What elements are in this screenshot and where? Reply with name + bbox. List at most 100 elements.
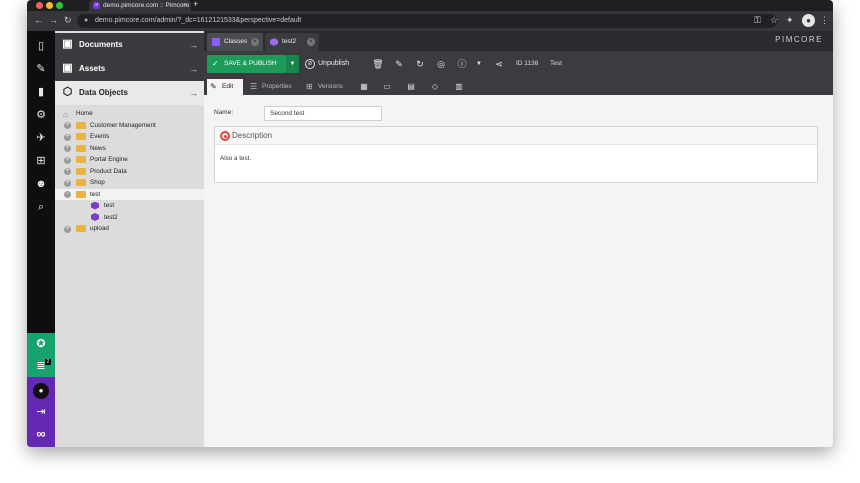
- tree-node-folder[interactable]: + Portal Engine: [55, 154, 204, 166]
- wrench-icon[interactable]: ✎: [27, 58, 55, 80]
- logout-icon[interactable]: ⇥: [27, 401, 55, 423]
- pencil-icon: ✎: [210, 82, 217, 91]
- folder-icon: [76, 225, 86, 232]
- cart-icon[interactable]: ⊞: [27, 150, 55, 172]
- document-icon: ▣: [62, 38, 73, 50]
- tree-node-folder[interactable]: + Events: [55, 131, 204, 143]
- forward-icon[interactable]: →: [49, 15, 58, 25]
- tag-icon[interactable]: ◇: [427, 79, 443, 95]
- tree-node-label: Product Data: [90, 167, 127, 175]
- collapse-icon[interactable]: −: [64, 191, 71, 198]
- tree-node-folder[interactable]: + Shop: [55, 177, 204, 189]
- name-input[interactable]: Second test: [264, 106, 382, 121]
- schedule-icon[interactable]: ▦: [356, 79, 372, 95]
- extensions-icon[interactable]: ✦: [786, 15, 794, 26]
- accordion-assets[interactable]: ▣ Assets →: [55, 57, 204, 81]
- minimize-window-button[interactable]: [46, 2, 53, 9]
- delete-icon[interactable]: 🗑: [369, 55, 387, 73]
- editor-area: Classes × test2 × PIMCORE ✓ SAVE & PUBLI…: [204, 31, 833, 447]
- close-tab-icon[interactable]: ×: [307, 38, 315, 46]
- notes-icon[interactable]: ▤: [403, 79, 419, 95]
- object-id: ID 1136: [516, 60, 539, 67]
- reload-icon[interactable]: ↻: [64, 15, 72, 26]
- arrow-right-icon[interactable]: →: [189, 57, 198, 81]
- info-icon[interactable]: ⓘ: [453, 55, 471, 73]
- folder-open-icon: [76, 190, 86, 198]
- tree-node-object[interactable]: test2: [55, 212, 204, 224]
- tab-classes[interactable]: Classes ×: [207, 33, 263, 51]
- arrow-right-icon[interactable]: →: [189, 33, 198, 57]
- save-options-dropdown[interactable]: ▼: [286, 55, 299, 73]
- tree-node-label: test: [90, 190, 101, 198]
- marketing-icon[interactable]: ✈: [27, 127, 55, 149]
- object-class: Test: [550, 60, 562, 67]
- tab-versions[interactable]: ⊞ Versions: [303, 79, 351, 95]
- accordion-documents[interactable]: ▣ Documents →: [55, 33, 204, 57]
- tree-node-label: test: [104, 202, 115, 209]
- share-icon[interactable]: ⋖: [490, 55, 508, 73]
- close-window-button[interactable]: [36, 2, 43, 9]
- tab-test2[interactable]: test2 ×: [265, 33, 319, 51]
- tree-node-folder[interactable]: + Customer Management: [55, 120, 204, 132]
- tree-node-folder[interactable]: + Product Data: [55, 166, 204, 178]
- unpublish-button[interactable]: ⊘ Unpublish: [303, 55, 359, 73]
- save-label: SAVE & PUBLISH: [224, 60, 277, 67]
- file-icon[interactable]: ▯: [27, 35, 55, 57]
- close-tab-icon[interactable]: ×: [183, 0, 187, 11]
- maximize-window-button[interactable]: [56, 2, 63, 9]
- pimcore-favicon-icon: ∞: [93, 2, 100, 9]
- sliders-icon: ☰: [250, 82, 258, 91]
- chart-icon[interactable]: ▮: [27, 81, 55, 103]
- subtab-label: Properties: [262, 83, 292, 90]
- bookmark-icon[interactable]: ▭: [379, 79, 395, 95]
- tree-node-folder[interactable]: + upload: [55, 223, 204, 235]
- tab-edit[interactable]: ✎ Edit: [207, 79, 243, 95]
- expand-icon[interactable]: +: [64, 122, 71, 129]
- info-dropdown-icon[interactable]: ▼: [470, 55, 488, 73]
- target-icon: [220, 131, 230, 141]
- tree-node-label: Events: [90, 133, 110, 140]
- tree-node-folder[interactable]: + News: [55, 143, 204, 155]
- rename-icon[interactable]: ✎: [390, 55, 408, 73]
- folder-icon: [76, 156, 86, 163]
- search-icon[interactable]: ⌕: [27, 196, 55, 218]
- expand-icon[interactable]: +: [64, 133, 71, 141]
- accordion-data-objects[interactable]: ⬡ Data Objects →: [55, 81, 204, 105]
- key-icon[interactable]: ⚿: [754, 15, 761, 26]
- pimcore-brand: PIMCORE: [775, 35, 823, 44]
- expand-icon[interactable]: +: [64, 168, 71, 175]
- locate-icon[interactable]: ◎: [432, 55, 450, 73]
- user-avatar-icon[interactable]: ●: [33, 383, 49, 399]
- save-publish-button[interactable]: ✓ SAVE & PUBLISH: [207, 55, 286, 73]
- address-bar[interactable]: ● demo.pimcore.com/admin/?_dc=1612121533…: [77, 14, 777, 28]
- new-tab-icon[interactable]: +: [193, 0, 198, 9]
- preview-icon[interactable]: ▥: [451, 79, 467, 95]
- profile-icon[interactable]: ●: [802, 14, 815, 27]
- browser-window: ∞ demo.pimcore.com :: Pimcore × + ← → ↻ …: [27, 0, 833, 447]
- expand-icon[interactable]: +: [64, 179, 71, 187]
- back-icon[interactable]: ←: [34, 15, 43, 25]
- object-cube-icon: [91, 201, 99, 210]
- arrow-right-icon[interactable]: →: [189, 81, 198, 105]
- expand-icon[interactable]: +: [64, 225, 71, 233]
- editor-tabbar: Classes × test2 × PIMCORE: [204, 31, 833, 51]
- users-icon[interactable]: ☻: [27, 173, 55, 195]
- expand-icon[interactable]: +: [64, 145, 71, 152]
- browser-tab[interactable]: ∞ demo.pimcore.com :: Pimcore ×: [89, 0, 191, 11]
- browser-toolbar: ← → ↻ ● demo.pimcore.com/admin/?_dc=1612…: [27, 11, 833, 31]
- close-tab-icon[interactable]: ×: [251, 38, 259, 46]
- notifications-icon[interactable]: ≣ 2: [27, 355, 55, 377]
- expand-icon[interactable]: +: [64, 156, 71, 164]
- star-icon[interactable]: ☆: [770, 15, 778, 26]
- versions-icon: ⊞: [306, 82, 313, 91]
- tree-node-home[interactable]: ⌂ Home: [55, 108, 204, 120]
- menu-icon[interactable]: ⋮: [820, 15, 829, 26]
- badge-icon[interactable]: ✪: [27, 333, 55, 355]
- tree-node-folder-selected[interactable]: − test: [55, 188, 204, 200]
- reload-icon[interactable]: ↻: [411, 55, 429, 73]
- settings-icon[interactable]: ⚙: [27, 104, 55, 126]
- subtab-label: Edit: [222, 83, 234, 90]
- tab-properties[interactable]: ☰ Properties: [247, 79, 299, 95]
- tree-node-object[interactable]: test: [55, 200, 204, 212]
- description-text[interactable]: Also a test.: [220, 155, 251, 162]
